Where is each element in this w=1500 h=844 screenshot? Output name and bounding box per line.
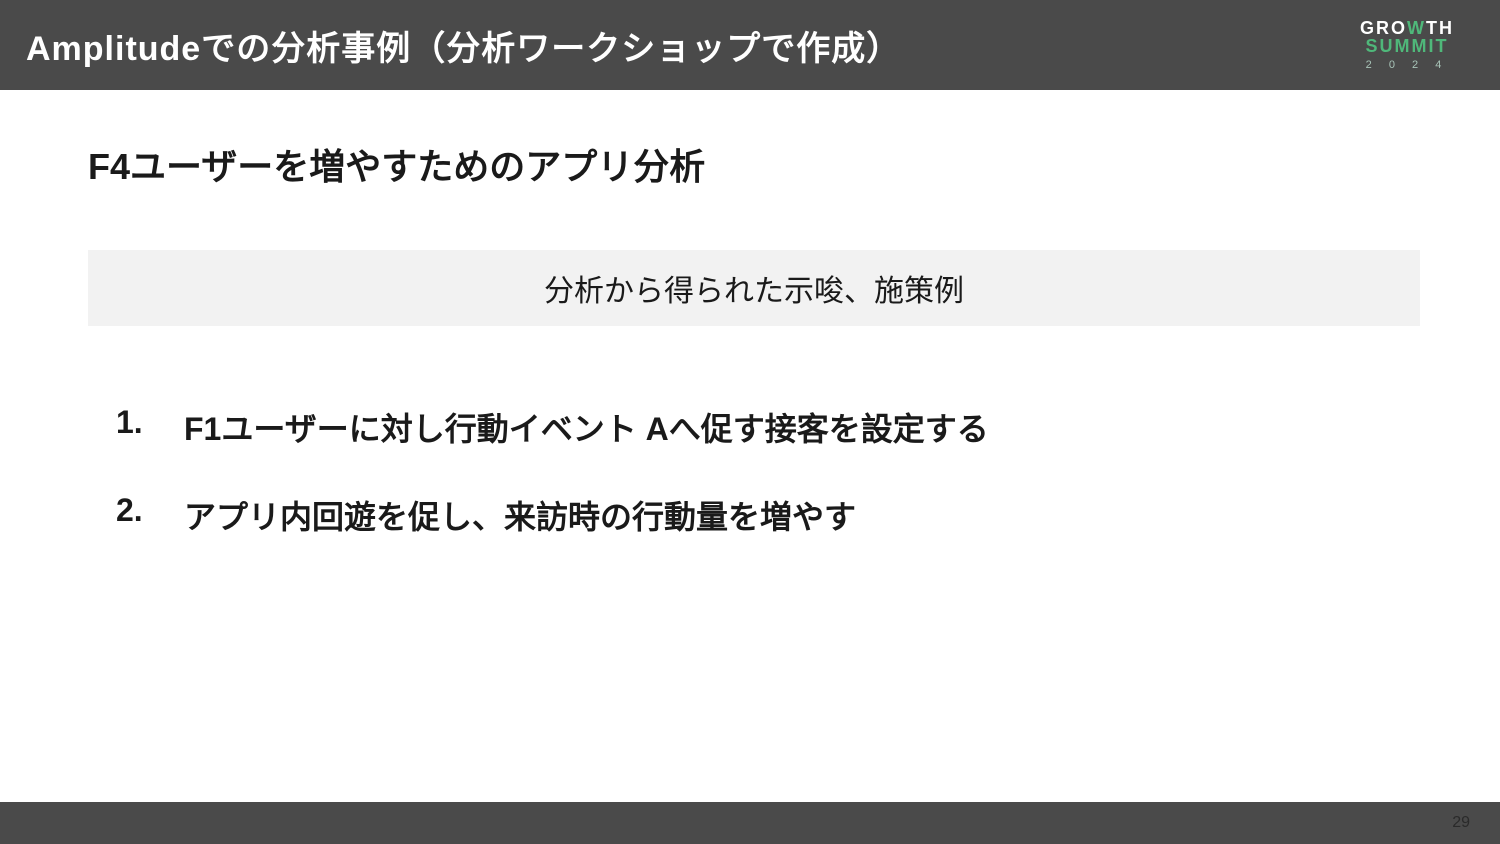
slide-subtitle: F4ユーザーを増やすためのアプリ分析 [88, 138, 1420, 190]
slide-footer: 29 [0, 802, 1500, 844]
logo-line1: GROWTH [1360, 19, 1454, 37]
list-number: 1. [116, 404, 156, 450]
list-number: 2. [116, 492, 156, 538]
header-title: Amplitudeでの分析事例（分析ワークショップで作成） [26, 21, 901, 70]
slide-header: Amplitudeでの分析事例（分析ワークショップで作成） GROWTH SUM… [0, 0, 1500, 90]
logo-text: TH [1426, 18, 1454, 38]
insight-list: 1. F1ユーザーに対し行動イベント Aへ促す接客を設定する 2. アプリ内回遊… [88, 404, 1420, 538]
page-number: 29 [1452, 814, 1470, 832]
logo-text: GRO [1360, 18, 1407, 38]
logo-check-icon: W [1407, 19, 1426, 37]
slide-content: F4ユーザーを増やすためのアプリ分析 分析から得られた示唆、施策例 1. F1ユ… [0, 90, 1500, 538]
logo-line2: SUMMIT [1365, 37, 1448, 57]
list-text: F1ユーザーに対し行動イベント Aへ促す接客を設定する [184, 404, 989, 450]
list-item: 1. F1ユーザーに対し行動イベント Aへ促す接客を設定する [116, 404, 1420, 450]
insight-heading: 分析から得られた示唆、施策例 [88, 250, 1420, 326]
list-item: 2. アプリ内回遊を促し、来訪時の行動量を増やす [116, 492, 1420, 538]
growth-summit-logo: GROWTH SUMMIT 2 0 2 4 [1360, 19, 1454, 71]
logo-year: 2 0 2 4 [1366, 59, 1449, 71]
list-text: アプリ内回遊を促し、来訪時の行動量を増やす [184, 492, 856, 538]
